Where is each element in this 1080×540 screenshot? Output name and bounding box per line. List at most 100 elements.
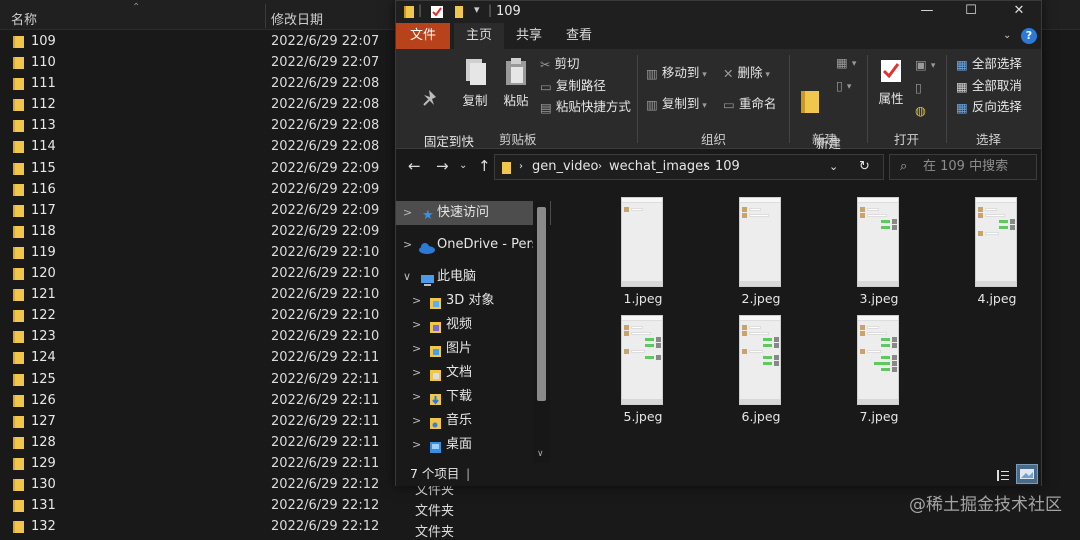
table-row[interactable]: 117 2022/6/29 22:09	[0, 200, 420, 221]
table-row[interactable]: 127 2022/6/29 22:11	[0, 411, 420, 432]
expand-ribbon-icon[interactable]: ⌄	[1003, 30, 1011, 41]
nav-quick-access[interactable]: > ★ 快速访问	[396, 201, 551, 225]
nav-3d-objects[interactable]: > 3D 对象	[396, 289, 551, 313]
paste-button[interactable]: 粘贴	[498, 57, 534, 108]
properties-quick-icon[interactable]	[430, 4, 444, 23]
file-thumbnail-item[interactable]: 1.jpeg	[588, 189, 698, 307]
table-row[interactable]: 119 2022/6/29 22:10	[0, 242, 420, 263]
tab-view[interactable]: 查看	[554, 23, 604, 49]
new-folder-quick-icon[interactable]	[452, 4, 466, 23]
rename-button[interactable]: ▭ 重命名	[723, 96, 776, 113]
table-row[interactable]: 128 2022/6/29 22:11	[0, 432, 420, 453]
select-none-button[interactable]: ▦ 全部取消	[956, 78, 1022, 95]
nav-this-pc[interactable]: ∨ 此电脑	[396, 265, 551, 289]
navigation-scrollbar[interactable]: ∨	[533, 201, 550, 466]
select-all-button[interactable]: ▦ 全部选择	[956, 56, 1022, 73]
chevron-right-icon[interactable]: >	[403, 233, 412, 257]
file-thumbnail-item[interactable]: 4.jpeg	[942, 189, 1052, 307]
file-thumbnail-item[interactable]: 7.jpeg	[824, 307, 934, 425]
refresh-icon[interactable]: ↻	[859, 155, 870, 179]
tab-file[interactable]: 文件	[396, 23, 450, 49]
nav-pictures[interactable]: > 图片	[396, 337, 551, 361]
nav-music[interactable]: > 音乐	[396, 409, 551, 433]
move-to-button[interactable]: ▥ 移动到 ▾	[646, 65, 707, 83]
table-row[interactable]: 112 2022/6/29 22:08	[0, 94, 420, 115]
close-button[interactable]: ✕	[996, 1, 1042, 23]
table-row[interactable]: 116 2022/6/29 22:09	[0, 179, 420, 200]
minimize-button[interactable]: —	[904, 1, 950, 23]
history-button[interactable]: ◍	[915, 102, 930, 119]
nav-documents[interactable]: > 文档	[396, 361, 551, 385]
table-row[interactable]: 123 2022/6/29 22:10	[0, 326, 420, 347]
table-row[interactable]: 126 2022/6/29 22:11	[0, 390, 420, 411]
up-arrow-icon[interactable]: ↑	[478, 157, 491, 175]
invert-selection-button[interactable]: ▦ 反向选择	[956, 99, 1022, 116]
breadcrumb-wechat-images[interactable]: wechat_images	[609, 155, 710, 179]
column-header-modified[interactable]: 修改日期	[271, 9, 323, 28]
back-arrow-icon[interactable]: ←	[408, 157, 421, 175]
table-row[interactable]: 131 2022/6/29 22:12	[0, 495, 420, 516]
customize-quick-access-icon[interactable]: ▾	[474, 3, 480, 16]
column-divider[interactable]	[265, 4, 266, 28]
table-row[interactable]: 122 2022/6/29 22:10	[0, 305, 420, 326]
nav-onedrive[interactable]: > OneDrive - Perso	[396, 233, 551, 257]
file-thumbnail-item[interactable]: 3.jpeg	[824, 189, 934, 307]
open-button[interactable]: ▣ ▾	[915, 56, 935, 74]
delete-button[interactable]: ✕ 删除 ▾	[723, 65, 770, 83]
paste-shortcut-button[interactable]: ▤ 粘贴快捷方式	[540, 99, 631, 116]
chevron-down-icon[interactable]: ∨	[403, 265, 411, 289]
column-header-name[interactable]: 名称	[11, 9, 37, 28]
scrollbar-thumb[interactable]	[537, 207, 546, 401]
table-row[interactable]: 118 2022/6/29 22:09	[0, 221, 420, 242]
maximize-button[interactable]: ☐	[948, 1, 994, 23]
address-bar[interactable]: › gen_video › wechat_images › 109 ⌄ ↻	[494, 154, 884, 180]
nav-videos[interactable]: > 视频	[396, 313, 551, 337]
table-row[interactable]: 132 2022/6/29 22:12	[0, 516, 420, 537]
file-thumbnail-item[interactable]: 2.jpeg	[706, 189, 816, 307]
copy-button[interactable]: 复制	[458, 57, 492, 108]
search-box[interactable]: ⌕ 在 109 中搜索	[889, 154, 1037, 180]
new-item-button[interactable]: ▦ ▾	[836, 54, 856, 72]
large-icons-view-icon[interactable]	[1016, 464, 1038, 484]
breadcrumb-109[interactable]: 109	[715, 155, 740, 179]
table-row[interactable]: 129 2022/6/29 22:11	[0, 453, 420, 474]
cut-button[interactable]: ✂ 剪切	[540, 56, 580, 73]
table-row[interactable]: 113 2022/6/29 22:08	[0, 115, 420, 136]
scroll-down-icon[interactable]: ∨	[537, 449, 544, 459]
edit-button[interactable]: ▯	[915, 79, 926, 96]
table-row[interactable]: 124 2022/6/29 22:11	[0, 347, 420, 368]
table-row[interactable]: 114 2022/6/29 22:08	[0, 136, 420, 157]
chevron-right-icon[interactable]: >	[412, 385, 421, 409]
forward-arrow-icon[interactable]: →	[436, 157, 449, 175]
tab-home[interactable]: 主页	[454, 23, 505, 49]
address-dropdown-icon[interactable]: ⌄	[829, 155, 838, 179]
table-row[interactable]: 110 2022/6/29 22:07	[0, 52, 420, 73]
details-view-icon[interactable]	[996, 467, 1010, 489]
easy-access-button[interactable]: ▯ ▾	[836, 77, 851, 95]
tab-share[interactable]: 共享	[504, 23, 554, 49]
chevron-right-icon[interactable]: >	[403, 201, 412, 225]
help-button[interactable]: ?	[1021, 28, 1037, 44]
properties-button[interactable]: 属性	[872, 57, 910, 106]
table-row[interactable]: 111 2022/6/29 22:08	[0, 73, 420, 94]
recent-chevron-icon[interactable]: ⌄	[459, 160, 467, 171]
table-row[interactable]: 125 2022/6/29 22:11	[0, 369, 420, 390]
breadcrumb-gen-video[interactable]: gen_video	[532, 155, 599, 179]
chevron-right-icon[interactable]: >	[412, 313, 421, 337]
chevron-right-icon[interactable]: >	[412, 337, 421, 361]
chevron-right-icon[interactable]: >	[412, 433, 421, 457]
chevron-right-icon[interactable]: >	[412, 361, 421, 385]
copy-path-button[interactable]: ▭ 复制路径	[540, 78, 606, 95]
table-row[interactable]: 121 2022/6/29 22:10	[0, 284, 420, 305]
table-row[interactable]: 120 2022/6/29 22:10	[0, 263, 420, 284]
table-row[interactable]: 115 2022/6/29 22:09	[0, 158, 420, 179]
table-row[interactable]: 109 2022/6/29 22:07	[0, 31, 420, 52]
table-row[interactable]: 130 2022/6/29 22:12	[0, 474, 420, 495]
nav-desktop[interactable]: > 桌面	[396, 433, 551, 457]
chevron-right-icon[interactable]: >	[412, 289, 421, 313]
copy-to-button[interactable]: ▥ 复制到 ▾	[646, 96, 707, 114]
file-thumbnail-item[interactable]: 5.jpeg	[588, 307, 698, 425]
chevron-right-icon[interactable]: >	[412, 409, 421, 433]
nav-downloads[interactable]: > 下载	[396, 385, 551, 409]
file-thumbnail-item[interactable]: 6.jpeg	[706, 307, 816, 425]
